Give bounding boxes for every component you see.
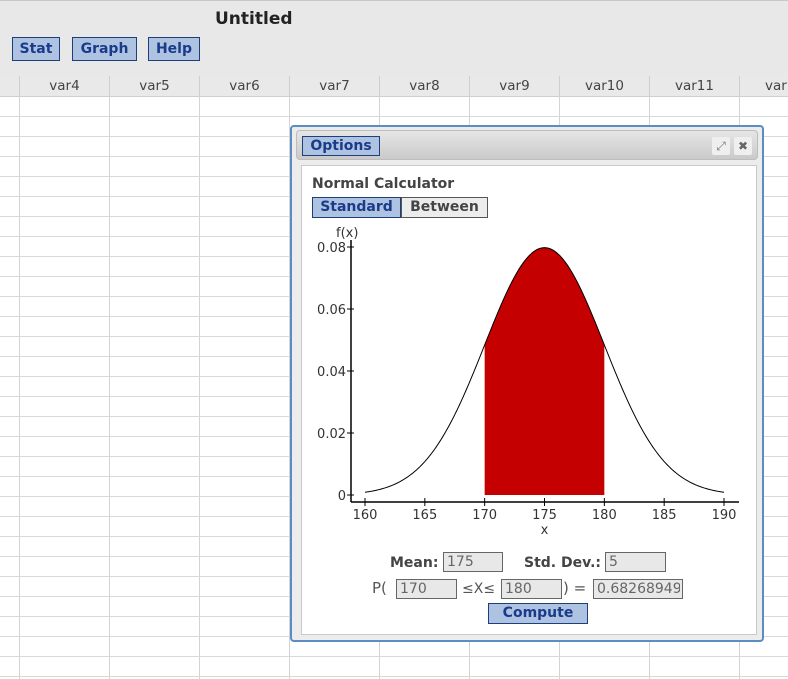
x-tick-label: 185	[652, 508, 677, 523]
column-header-row: var4 var5 var6 var7 var8 var9 var10 var1…	[0, 76, 788, 97]
normal-distribution-chart: 0 0.02 0.04 0.06 0.08 160 165 170 175 180 185 190 f(…	[317, 226, 739, 538]
std-dev-input[interactable]	[605, 552, 666, 572]
x-tick-label: 180	[592, 508, 617, 523]
mean-input[interactable]	[443, 552, 503, 572]
app-title: Untitled	[215, 9, 293, 29]
options-button[interactable]: Options	[302, 136, 380, 156]
y-tick-label: 0.08	[317, 241, 346, 256]
x-tick-label: 175	[532, 508, 557, 523]
column-header-var7[interactable]: var7	[289, 76, 379, 96]
shaded-probability-area	[484, 247, 605, 495]
x-tick-label: 190	[712, 508, 737, 523]
grid-column-line	[109, 96, 110, 679]
y-axis-label: f(x)	[336, 226, 358, 241]
grid-row-line	[0, 656, 788, 657]
probability-result	[593, 579, 683, 599]
x-tick-label: 165	[412, 508, 437, 523]
std-dev-label: Std. Dev.:	[524, 555, 602, 571]
mean-label: Mean:	[390, 555, 439, 571]
column-header-var4[interactable]: var4	[19, 76, 109, 96]
upper-bound-input[interactable]	[501, 579, 562, 599]
y-tick-label: 0	[338, 489, 346, 504]
column-header-var10[interactable]: var10	[559, 76, 649, 96]
grid-column-line	[19, 96, 20, 679]
between-symbol: ≤X≤	[462, 581, 496, 597]
close-icon[interactable]: ✖	[734, 137, 752, 155]
grid-column-line	[199, 96, 200, 679]
expand-icon[interactable]: ⤢	[712, 137, 730, 155]
column-header-var6[interactable]: var6	[199, 76, 289, 96]
column-header-var12[interactable]: var12	[739, 76, 788, 96]
column-header-var9[interactable]: var9	[469, 76, 559, 96]
x-axis-label: x	[541, 523, 549, 538]
x-tick-label: 170	[472, 508, 497, 523]
app-header: Untitled Stat Graph Help	[0, 0, 788, 77]
dialog-content: Normal Calculator Standard Between 0 0.02…	[301, 165, 757, 635]
column-header-var11[interactable]: var11	[649, 76, 739, 96]
grid-row-line	[0, 676, 788, 677]
column-header-var8[interactable]: var8	[379, 76, 469, 96]
lower-bound-input[interactable]	[396, 579, 457, 599]
grid-row-line	[0, 116, 788, 117]
menu-help-button[interactable]: Help	[148, 37, 200, 61]
compute-button[interactable]: Compute	[488, 603, 588, 624]
y-tick-label: 0.02	[317, 427, 346, 442]
dialog-titlebar[interactable]: Options ⤢ ✖	[296, 130, 758, 160]
probability-suffix: ) =	[563, 579, 587, 597]
column-header-var5[interactable]: var5	[109, 76, 199, 96]
probability-prefix: P(	[372, 579, 387, 597]
menu-graph-button[interactable]: Graph	[72, 37, 137, 61]
x-tick-label: 160	[353, 508, 378, 523]
menu-stat-button[interactable]: Stat	[12, 37, 60, 61]
normal-calculator-dialog: Options ⤢ ✖ Normal Calculator Standard B…	[290, 125, 764, 642]
y-tick-label: 0.04	[317, 365, 346, 380]
y-tick-label: 0.06	[317, 303, 346, 318]
